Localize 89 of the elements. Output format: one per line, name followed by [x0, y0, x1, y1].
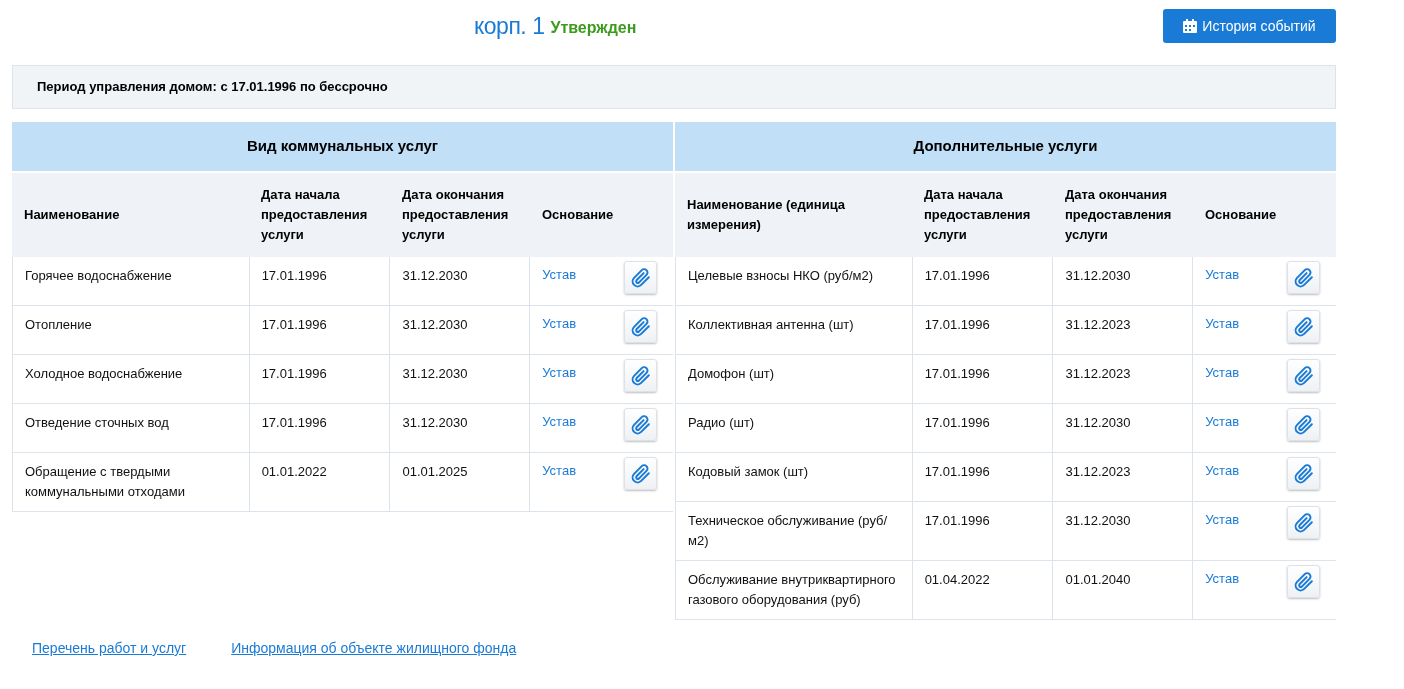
paperclip-icon: [1293, 463, 1314, 484]
table-cell: Обслуживание внутриквартирного газового оборудования (руб): [688, 572, 896, 607]
table-group-header: Вид коммунальных услуг: [12, 122, 673, 173]
paperclip-icon: [1293, 512, 1314, 533]
column-header: Основание: [542, 206, 614, 224]
column-header: Наименование (единица измерения): [687, 196, 846, 234]
table-cell: Отопление: [25, 317, 92, 332]
table-cell: 31.12.2030: [402, 366, 468, 381]
attachment-button[interactable]: [624, 310, 657, 343]
table-cell: 17.01.1996: [261, 415, 327, 430]
column-header: Дата окончания предоставления услуги: [1065, 186, 1173, 244]
table-cell: 31.12.2030: [402, 317, 468, 332]
paperclip-icon: [1293, 365, 1314, 386]
footer-link[interactable]: Перечень работ и услуг: [32, 638, 187, 659]
paperclip-icon: [630, 463, 651, 484]
table-cell: 31.12.2023: [1065, 366, 1131, 381]
paperclip-icon: [630, 365, 651, 386]
attachment-button[interactable]: [1287, 457, 1320, 490]
attachment-button[interactable]: [1287, 506, 1320, 539]
column-header: Дата начала предоставления услуги: [924, 186, 1032, 244]
table-cell: 31.12.2023: [1065, 464, 1131, 479]
table-cell: 31.12.2030: [402, 268, 468, 283]
history-button[interactable]: История событий: [1163, 9, 1336, 43]
basis-link[interactable]: Устав: [1205, 510, 1240, 530]
table-cell: 17.01.1996: [924, 415, 990, 430]
table-cell: 17.01.1996: [924, 464, 990, 479]
attachment-button[interactable]: [624, 457, 657, 490]
basis-link[interactable]: Устав: [1205, 461, 1240, 481]
paperclip-icon: [1293, 316, 1314, 337]
table-cell: Коллективная антенна (шт): [688, 317, 854, 332]
table-cell: 31.12.2023: [1065, 317, 1131, 332]
table-cell: Целевые взносы НКО (руб/м2): [688, 268, 874, 283]
basis-link[interactable]: Устав: [1205, 314, 1240, 334]
table-group-header: Дополнительные услуги: [675, 122, 1336, 173]
attachment-button[interactable]: [624, 359, 657, 392]
paperclip-icon: [1293, 414, 1314, 435]
table-cell: 17.01.1996: [924, 317, 990, 332]
basis-link[interactable]: Устав: [542, 461, 577, 481]
attachment-button[interactable]: [1287, 261, 1320, 294]
basis-link[interactable]: Устав: [1205, 412, 1240, 432]
attachment-button[interactable]: [1287, 408, 1320, 441]
table-cell: Радио (шт): [688, 415, 755, 430]
basis-link[interactable]: Устав: [542, 314, 577, 334]
footer-link[interactable]: Информация об объекте жилищного фонда: [231, 638, 517, 659]
table-cell: 17.01.1996: [261, 366, 327, 381]
table-cell: 17.01.1996: [924, 268, 990, 283]
table-cell: Домофон (шт): [688, 366, 775, 381]
table-cell: Кодовый замок (шт): [688, 464, 809, 479]
status-label: Утвержден: [550, 17, 637, 38]
table-cell: 31.12.2030: [402, 415, 468, 430]
calendar-icon: [1183, 19, 1198, 33]
table-cell: 01.01.2025: [402, 464, 468, 479]
table-cell: 17.01.1996: [924, 366, 990, 381]
paperclip-icon: [630, 267, 651, 288]
table-cell: 17.01.1996: [261, 268, 327, 283]
column-header: Основание: [1205, 206, 1277, 224]
column-header: Дата начала предоставления услуги: [261, 186, 369, 244]
paperclip-icon: [1293, 571, 1314, 592]
table-cell: 01.01.2022: [261, 464, 327, 479]
paperclip-icon: [630, 414, 651, 435]
basis-link[interactable]: Устав: [542, 265, 577, 285]
table-cell: 17.01.1996: [924, 513, 990, 528]
attachment-button[interactable]: [624, 261, 657, 294]
basis-link[interactable]: Устав: [1205, 265, 1240, 285]
table-cell: Отведение сточных вод: [25, 415, 169, 430]
period-text: Период управления домом: с 17.01.1996 по бессрочно: [37, 78, 388, 97]
basis-link[interactable]: Устав: [1205, 363, 1240, 383]
column-header: Дата окончания предоставления услуги: [402, 186, 510, 244]
paperclip-icon: [630, 316, 651, 337]
page-title: корп. 1: [474, 11, 545, 41]
attachment-button[interactable]: [1287, 310, 1320, 343]
basis-link[interactable]: Устав: [542, 363, 577, 383]
table-cell: Горячее водоснабжение: [25, 268, 172, 283]
table-cell: Техническое обслуживание (руб/м2): [688, 513, 888, 548]
table-cell: 01.01.2040: [1065, 572, 1131, 587]
paperclip-icon: [1293, 267, 1314, 288]
attachment-button[interactable]: [1287, 359, 1320, 392]
table-cell: 17.01.1996: [261, 317, 327, 332]
table-cell: 31.12.2030: [1065, 513, 1131, 528]
attachment-button[interactable]: [624, 408, 657, 441]
table-cell: 31.12.2030: [1065, 415, 1131, 430]
table-cell: Обращение с твердыми коммунальными отходами: [25, 464, 185, 499]
table-cell: 01.04.2022: [924, 572, 990, 587]
basis-link[interactable]: Устав: [542, 412, 577, 432]
basis-link[interactable]: Устав: [1205, 569, 1240, 589]
table-cell: Холодное водоснабжение: [25, 366, 183, 381]
attachment-button[interactable]: [1287, 565, 1320, 598]
table-cell: 31.12.2030: [1065, 268, 1131, 283]
column-header: Наименование: [24, 206, 120, 224]
